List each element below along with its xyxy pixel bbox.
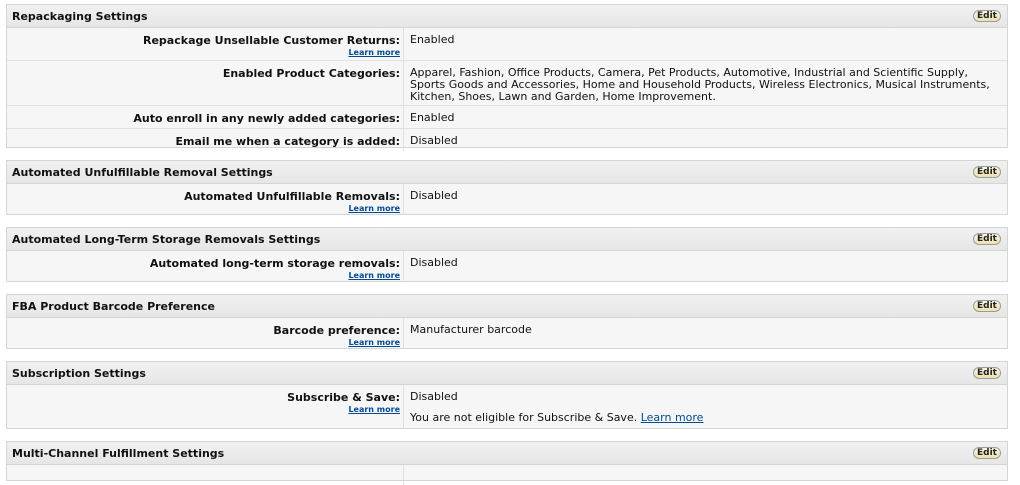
row-value: Disabled You are not eligible for Subscr… — [404, 385, 1007, 429]
learn-more-link[interactable]: Learn more — [641, 411, 704, 424]
barcode-preference-panel: FBA Product Barcode Preference Edit Barc… — [6, 294, 1008, 349]
row-value: Enabled — [410, 33, 455, 46]
edit-button[interactable]: Edit — [973, 447, 1001, 459]
eligibility-note-text: You are not eligible for Subscribe & Sav… — [410, 411, 638, 424]
row-value: Apparel, Fashion, Office Products, Camer… — [410, 66, 990, 103]
panel-header: Automated Unfulfillable Removal Settings… — [7, 161, 1007, 184]
row-label: Automated long-term storage removals: — [149, 257, 400, 270]
row-label-cell: Enabled Product Categories: — [7, 61, 404, 105]
settings-row: Auto enroll in any newly added categorie… — [7, 105, 1007, 128]
settings-row: Automated long-term storage removals: Le… — [7, 251, 1007, 282]
row-label-cell: Automated long-term storage removals: Le… — [7, 251, 404, 282]
eligibility-note: You are not eligible for Subscribe & Sav… — [410, 412, 999, 424]
panel-header: Subscription Settings Edit — [7, 362, 1007, 385]
panel-header: Automated Long-Term Storage Removals Set… — [7, 228, 1007, 251]
edit-button[interactable]: Edit — [973, 233, 1001, 245]
row-value: Disabled — [410, 256, 458, 269]
learn-more-link[interactable]: Learn more — [7, 204, 403, 213]
edit-button[interactable]: Edit — [973, 10, 1001, 22]
panel-title: Automated Long-Term Storage Removals Set… — [12, 233, 321, 246]
multi-channel-fulfillment-panel: Multi-Channel Fulfillment Settings Edit — [6, 441, 1008, 485]
row-label-cell: Subscribe & Save: Learn more — [7, 385, 404, 429]
row-label: Subscribe & Save: — [287, 391, 400, 404]
panel-title: Multi-Channel Fulfillment Settings — [12, 447, 225, 460]
settings-row: Barcode preference: Learn more Manufactu… — [7, 318, 1007, 349]
panel-header: FBA Product Barcode Preference Edit — [7, 295, 1007, 318]
unfulfillable-removal-panel: Automated Unfulfillable Removal Settings… — [6, 160, 1008, 215]
row-label-cell: Barcode preference: Learn more — [7, 318, 404, 349]
row-label-cell: Repackage Unsellable Customer Returns: L… — [7, 28, 404, 60]
panel-title: Repackaging Settings — [12, 10, 148, 23]
learn-more-link[interactable]: Learn more — [7, 405, 403, 414]
repackaging-settings-panel: Repackaging Settings Edit Repackage Unse… — [6, 4, 1008, 151]
row-value: Manufacturer barcode — [410, 323, 532, 336]
settings-row: Enabled Product Categories: Apparel, Fas… — [7, 60, 1007, 105]
row-label: Automated Unfulfillable Removals: — [184, 190, 400, 203]
settings-row: Automated Unfulfillable Removals: Learn … — [7, 184, 1007, 215]
row-value: Disabled — [410, 189, 458, 202]
row-label: Repackage Unsellable Customer Returns: — [143, 34, 400, 47]
long-term-storage-panel: Automated Long-Term Storage Removals Set… — [6, 227, 1008, 282]
learn-more-link[interactable]: Learn more — [7, 271, 403, 280]
row-value: Enabled — [410, 111, 455, 124]
settings-row: Repackage Unsellable Customer Returns: L… — [7, 28, 1007, 60]
row-label-cell — [7, 465, 404, 485]
row-label: Barcode preference: — [273, 324, 400, 337]
panel-title: Subscription Settings — [12, 367, 146, 380]
row-label-cell: Automated Unfulfillable Removals: Learn … — [7, 184, 404, 215]
edit-button[interactable]: Edit — [973, 166, 1001, 178]
row-value: Disabled — [410, 134, 458, 147]
panel-title: Automated Unfulfillable Removal Settings — [12, 166, 273, 179]
row-label: Email me when a category is added: — [175, 135, 400, 148]
learn-more-link[interactable]: Learn more — [7, 338, 403, 347]
subscription-settings-panel: Subscription Settings Edit Subscribe & S… — [6, 361, 1008, 429]
row-label: Auto enroll in any newly added categorie… — [133, 112, 400, 125]
settings-row: Subscribe & Save: Learn more Disabled Yo… — [7, 385, 1007, 429]
row-label-cell: Email me when a category is added: — [7, 129, 404, 151]
panel-title: FBA Product Barcode Preference — [12, 300, 215, 313]
learn-more-link[interactable]: Learn more — [7, 48, 403, 57]
panel-header: Repackaging Settings Edit — [7, 5, 1007, 28]
edit-button[interactable]: Edit — [973, 367, 1001, 379]
row-value — [404, 465, 1007, 485]
row-label: Enabled Product Categories: — [222, 67, 400, 80]
edit-button[interactable]: Edit — [973, 300, 1001, 312]
row-label-cell: Auto enroll in any newly added categorie… — [7, 106, 404, 128]
settings-row: Email me when a category is added: Disab… — [7, 128, 1007, 151]
subscribe-save-status: Disabled — [410, 390, 458, 403]
panel-header: Multi-Channel Fulfillment Settings Edit — [7, 442, 1007, 465]
settings-row — [7, 465, 1007, 485]
